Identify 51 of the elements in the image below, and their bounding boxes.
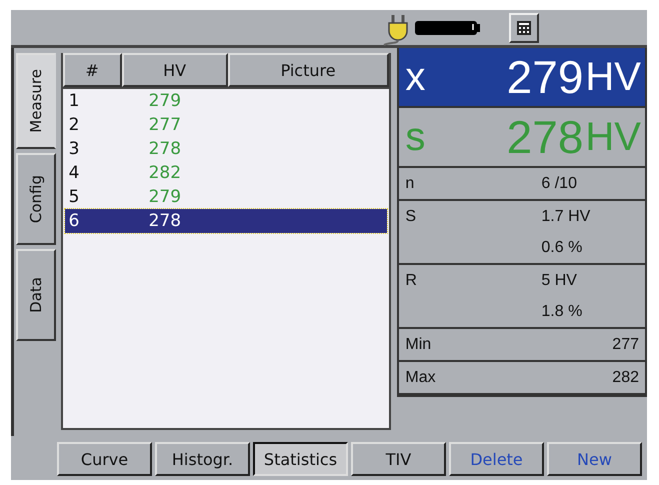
hardness-value: 279 — [148, 91, 182, 111]
table-row[interactable]: 5 279 — [64, 185, 387, 209]
result-symbol: s — [405, 114, 426, 160]
hardness-value: 282 — [148, 163, 182, 183]
side-tab[interactable]: Measure — [16, 53, 56, 149]
table-row[interactable]: 1 279 — [64, 89, 387, 113]
calculator-icon — [516, 20, 532, 36]
column-header[interactable]: Picture — [228, 53, 389, 87]
statistic-label: n — [405, 174, 414, 192]
result-symbol: x — [405, 54, 426, 100]
row-number: 1 — [68, 91, 80, 111]
statistic-label: Max — [405, 368, 436, 386]
row-number: 3 — [68, 139, 80, 159]
statistic-value: 0.6 % — [541, 238, 582, 256]
statistic-value: 6 /10 — [541, 174, 577, 192]
table-row[interactable]: 3 278 — [64, 137, 387, 161]
result-unit: HV — [585, 114, 641, 160]
column-header[interactable]: HV — [122, 53, 228, 87]
row-number: 2 — [68, 115, 80, 135]
hardness-value: 278 — [148, 211, 182, 231]
result-value: 279 — [506, 50, 584, 104]
action-button[interactable]: Delete — [449, 442, 544, 476]
side-tab[interactable]: Data — [16, 249, 56, 341]
statistic-value: 282 — [612, 368, 639, 386]
row-number: 6 — [68, 211, 80, 231]
column-header[interactable]: # — [62, 53, 122, 87]
hardness-value: 279 — [148, 187, 182, 207]
table-row[interactable]: 6 278 — [64, 209, 387, 233]
statistic-value: 277 — [612, 336, 639, 354]
result-value: 278 — [506, 110, 584, 164]
statistic-label: Min — [405, 336, 432, 354]
action-button[interactable]: New — [547, 442, 642, 476]
side-tab[interactable]: Config — [16, 153, 56, 245]
table-row[interactable]: 2 277 — [64, 113, 387, 137]
result-unit: HV — [585, 54, 641, 100]
statistic-label: R — [405, 272, 417, 290]
hardness-value: 278 — [148, 139, 182, 159]
battery-icon — [415, 20, 481, 34]
statistic-value: 5 HV — [541, 272, 577, 290]
view-tab[interactable]: TIV — [351, 442, 446, 476]
table-row[interactable]: 4 282 — [64, 161, 387, 185]
view-tab[interactable]: Statistics — [253, 442, 348, 476]
row-number: 4 — [68, 163, 80, 183]
hardness-value: 277 — [148, 115, 182, 135]
statistic-label: S — [405, 208, 416, 226]
statistic-value: 1.8 % — [541, 302, 582, 320]
calculator-button[interactable] — [509, 12, 539, 42]
view-tab[interactable]: Histogr. — [155, 442, 250, 476]
view-tab[interactable]: Curve — [57, 442, 152, 476]
row-number: 5 — [68, 187, 80, 207]
statistic-value: 1.7 HV — [541, 208, 590, 226]
